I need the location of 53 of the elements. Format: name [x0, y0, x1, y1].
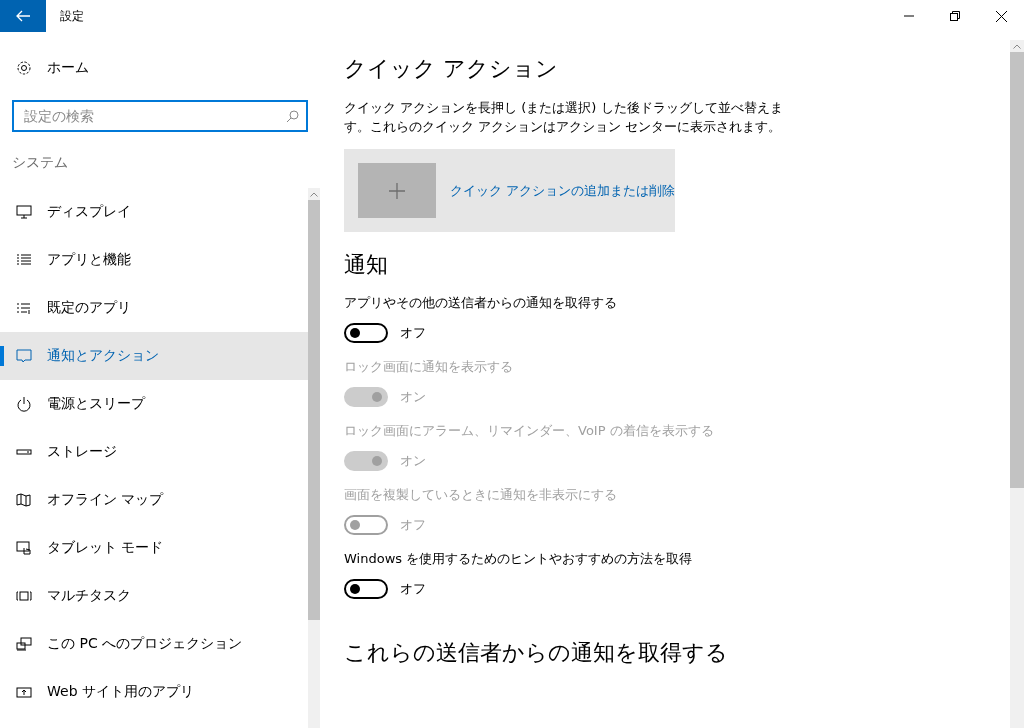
setting-label: アプリやその他の送信者からの通知を取得する — [344, 294, 618, 312]
setting-label: 画面を複製しているときに通知を非表示にする — [344, 486, 618, 504]
toggle-switch[interactable] — [344, 579, 388, 599]
section-heading: これらの送信者からの通知を取得する — [344, 639, 729, 667]
sidebar-item[interactable]: タブレット モード — [0, 524, 308, 572]
window-title: 設定 — [60, 7, 84, 25]
sidebar-item[interactable]: 電源とスリープ — [0, 380, 308, 428]
toggle-state-text: オン — [400, 452, 426, 470]
toggle-state-text: オフ — [400, 324, 426, 342]
toggle-state-text: オン — [400, 388, 426, 406]
speech-bubble-icon — [16, 348, 32, 364]
monitor-icon — [16, 204, 32, 220]
section-label: システム — [11, 153, 69, 172]
setting-label: Windows を使用するためのヒントやおすすめの方法を取得 — [344, 550, 694, 568]
close-icon — [995, 10, 1007, 22]
tablet-hand-icon — [16, 540, 32, 556]
sidebar-item[interactable]: 通知とアクション — [0, 332, 308, 380]
plus-icon — [387, 181, 406, 200]
scroll-up-icon[interactable] — [310, 192, 318, 197]
sidebar-item[interactable]: アプリと機能 — [0, 236, 308, 284]
search-icon — [286, 110, 299, 123]
map-icon — [16, 492, 32, 508]
list-arrow-icon — [16, 300, 32, 316]
list-icon — [16, 252, 32, 268]
home-item[interactable]: ホーム — [0, 44, 320, 92]
window-brackets-icon — [16, 588, 32, 604]
scrollbar[interactable] — [308, 188, 320, 728]
screens-icon — [16, 636, 32, 652]
setting-label: ロック画面に通知を表示する — [344, 358, 514, 376]
add-tile[interactable] — [358, 163, 436, 218]
toggle-switch[interactable] — [344, 323, 388, 343]
gear-icon — [16, 60, 32, 76]
add-remove-link[interactable]: クイック アクションの追加または削除 — [449, 181, 675, 200]
scrollbar[interactable] — [1010, 40, 1024, 728]
section-heading: クイック アクション — [344, 55, 559, 83]
toggle-state-text: オフ — [400, 580, 426, 598]
search-field[interactable]: 設定の検索 — [12, 100, 308, 132]
power-icon — [16, 396, 32, 412]
sidebar-item[interactable]: ストレージ — [0, 428, 308, 476]
toggle-state-text: オフ — [400, 516, 426, 534]
sidebar-item[interactable]: この PC へのプロジェクション — [0, 620, 308, 668]
sidebar-item[interactable]: Web サイト用のアプリ — [0, 668, 308, 716]
sidebar-item[interactable]: 既定のアプリ — [0, 284, 308, 332]
setting-label: ロック画面にアラーム、リマインダー、VoIP の着信を表示する — [344, 422, 715, 440]
sidebar-item[interactable]: マルチタスク — [0, 572, 308, 620]
section-heading: 通知 — [344, 251, 389, 279]
back-arrow-icon — [15, 8, 31, 24]
restore-icon — [950, 11, 960, 21]
scroll-up-icon[interactable] — [1013, 44, 1021, 49]
sidebar-item[interactable]: オフライン マップ — [0, 476, 308, 524]
back-button[interactable] — [0, 0, 46, 32]
description-text: クイック アクションを長押し (または選択) した後ドラッグして並べ替えます。これらのクイック アクションはアクション センターに表示されます。 — [344, 99, 784, 136]
sidebar-item[interactable]: ディスプレイ — [0, 188, 308, 236]
